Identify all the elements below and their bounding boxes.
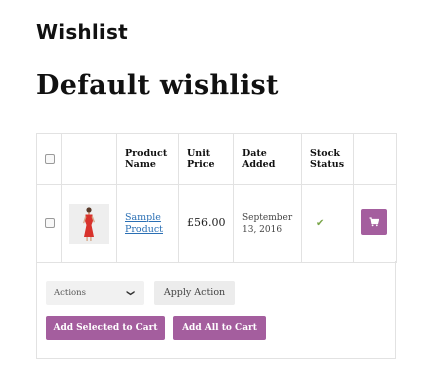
unit-price-column-header: Unit Price	[178, 133, 234, 185]
page-heading: Wishlist	[36, 20, 128, 44]
select-all-checkbox[interactable]	[45, 154, 55, 164]
shopping-cart-icon	[369, 216, 379, 226]
date-added-cell: September 13, 2016	[233, 184, 302, 263]
stock-status-cell: ✔	[301, 184, 354, 263]
table-header-row: Product Name Unit Price Date Added Stock…	[36, 133, 397, 185]
chevron-down-icon: ❯	[126, 289, 136, 297]
add-to-cart-cell	[353, 184, 397, 263]
product-name-link[interactable]: Sample Product	[125, 212, 163, 235]
unit-price-cell: £56.00	[178, 184, 234, 263]
product-thumbnail-cell	[61, 184, 117, 263]
unit-price: £56.00	[187, 216, 226, 229]
check-icon: ✔	[316, 217, 325, 229]
product-name-column-header: Product Name	[116, 133, 179, 185]
select-all-cell	[36, 133, 62, 185]
wishlist-title: Default wishlist	[36, 70, 279, 101]
product-name-cell: Sample Product	[116, 184, 179, 263]
red-dress-product-image	[69, 203, 109, 244]
row-select-cell	[36, 184, 62, 263]
actions-dropdown-value: Actions	[54, 288, 86, 298]
thumbnail-column-header	[61, 133, 117, 185]
actions-dropdown[interactable]: Actions ❯	[46, 281, 144, 305]
add-to-cart-button[interactable]	[361, 208, 387, 235]
table-row: Sample Product £56.00 September 13, 2016…	[36, 184, 397, 263]
date-added-column-header: Date Added	[233, 133, 302, 185]
add-all-to-cart-button[interactable]: Add All to Cart	[173, 316, 266, 340]
wishlist-actions-panel: Actions ❯ Apply Action Add Selected to C…	[36, 261, 396, 359]
action-column-header	[353, 133, 397, 185]
apply-action-button[interactable]: Apply Action	[154, 281, 235, 305]
product-thumbnail[interactable]	[69, 203, 109, 244]
row-select-checkbox[interactable]	[45, 218, 55, 228]
wishlist-table: Product Name Unit Price Date Added Stock…	[36, 133, 397, 263]
date-added: September 13, 2016	[242, 212, 293, 235]
add-selected-to-cart-button[interactable]: Add Selected to Cart	[46, 316, 165, 340]
stock-status-column-header: Stock Status	[301, 133, 354, 185]
